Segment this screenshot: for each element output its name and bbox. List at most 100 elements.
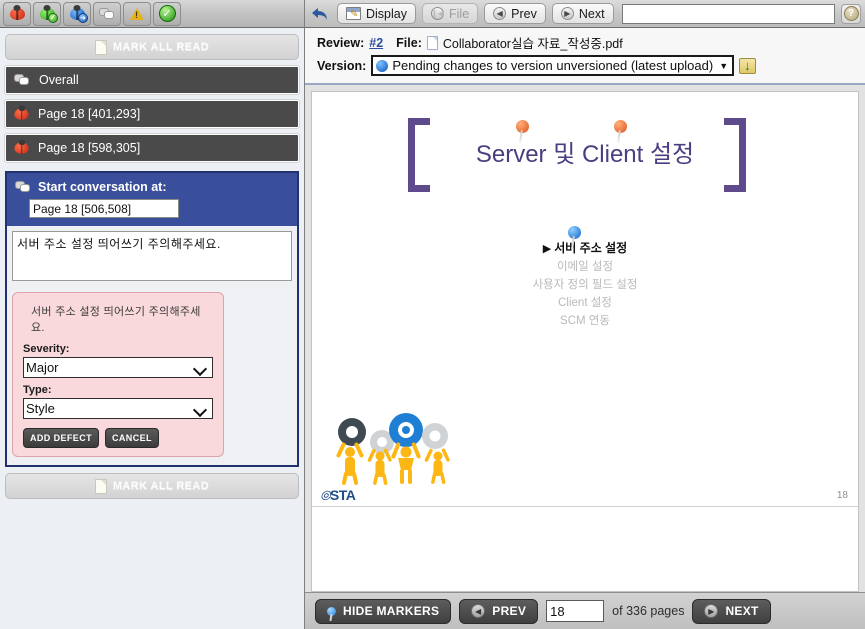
bullet-item: SCM 연동: [560, 315, 610, 327]
document-scroll-area[interactable]: Server 및 Client 설정 서버 주소 설정 이메일 설정 사용자 정…: [305, 85, 865, 592]
mark-all-read-bottom-label: MARK ALL READ: [112, 480, 210, 492]
hide-markers-label: HIDE MARKERS: [343, 604, 440, 618]
warning-icon[interactable]: [123, 1, 151, 26]
sta-logo: ⦾STA: [320, 487, 356, 504]
document-viewer-panel: Display ❙◀ File ◀ Prev ▶ Next ? Review:: [305, 0, 865, 629]
prev-page-label: PREV: [492, 604, 527, 618]
file-label: File: [449, 6, 470, 21]
viewer-toolbar: Display ❙◀ File ◀ Prev ▶ Next ?: [305, 0, 865, 28]
defect-marker-2[interactable]: [614, 120, 627, 133]
mark-all-read-bottom-button[interactable]: MARK ALL READ: [5, 473, 299, 499]
review-info-bar: Review: #2 File: Collaborator실습 자료_작성중.p…: [305, 28, 865, 85]
start-conversation-title: Start conversation at:: [38, 180, 167, 194]
conversation-label: Page 18 [598,305]: [38, 141, 141, 155]
upload-icon[interactable]: [739, 57, 757, 74]
chevron-down-icon: ▼: [719, 60, 729, 71]
conversation-label: Overall: [39, 73, 79, 87]
bullet-item: 사용자 정의 필드 설정: [532, 279, 638, 291]
severity-label: Severity:: [23, 343, 70, 355]
comment-icon: [15, 181, 31, 193]
prev-button[interactable]: ◀ Prev: [484, 3, 546, 24]
comment-marker-1[interactable]: [568, 226, 581, 239]
version-row: Version: Pending changes to version unve…: [317, 55, 865, 76]
help-glyph: ?: [843, 6, 859, 21]
document-canvas[interactable]: Server 및 Client 설정 서버 주소 설정 이메일 설정 사용자 정…: [311, 91, 859, 592]
bullet-item: 이메일 설정: [556, 261, 614, 273]
page-number-input[interactable]: [546, 600, 605, 622]
logo-mark-icon: ⦾: [320, 488, 330, 503]
slide-bullet-list: 서버 주소 설정 이메일 설정 사용자 정의 필드 설정 Client 설정 S…: [312, 239, 858, 330]
next-page-label: NEXT: [725, 604, 759, 618]
severity-select-wrap: MajorMinorCritical: [23, 357, 213, 378]
teamwork-gears-clipart: [330, 408, 460, 486]
page-navigation-bar: HIDE MARKERS ◀ PREV of 336 pages ▶ NEXT: [305, 592, 865, 629]
conversation-item-defect-1[interactable]: Page 18 [401,293]: [4, 99, 300, 129]
start-conversation-header: Start conversation at: Page 18 [506,508]: [5, 171, 299, 226]
defect-open-icon: [14, 108, 29, 120]
slide-page-number: 18: [836, 490, 848, 501]
defect-external-icon[interactable]: ➜: [63, 1, 91, 26]
chevron-left-icon: ◀: [471, 604, 486, 618]
chevron-right-icon: ▶: [560, 7, 574, 20]
version-status-dot-icon: [376, 59, 389, 72]
next-page-button[interactable]: ▶ NEXT: [692, 598, 771, 624]
hide-markers-button[interactable]: HIDE MARKERS: [315, 598, 452, 624]
defect-open-icon: [14, 142, 29, 154]
defect-marker-1[interactable]: [516, 120, 529, 133]
bullet-item-active: 서버 주소 설정: [312, 239, 858, 258]
pdf-page: Server 및 Client 설정 서버 주소 설정 이메일 설정 사용자 정…: [312, 92, 858, 507]
file-button[interactable]: ❙◀ File: [422, 3, 479, 24]
comment-icon[interactable]: [93, 1, 121, 26]
marker-pin-icon: [327, 606, 336, 616]
file-icon: [426, 35, 438, 50]
slide-title: Server 및 Client 설정: [475, 141, 695, 168]
conversation-body: 서버 주소 설정 띄어쓰기 주의해주세요. Severity: MajorMin…: [5, 226, 299, 467]
defect-fixed-icon[interactable]: ✓: [33, 1, 61, 26]
add-defect-button[interactable]: ADD DEFECT: [23, 428, 99, 448]
review-link[interactable]: #2: [369, 36, 383, 50]
version-select[interactable]: Pending changes to version unversioned (…: [371, 55, 735, 76]
prev-page-button[interactable]: ◀ PREV: [459, 598, 539, 624]
file-label: File:: [396, 35, 422, 50]
chat-bubble-glyph: [99, 7, 115, 20]
green-check-glyph: ✓: [158, 5, 176, 22]
conversation-item-defect-2[interactable]: Page 18 [598,305]: [4, 133, 300, 163]
logo-text: STA: [329, 487, 356, 503]
prev-label: Prev: [511, 6, 537, 21]
next-button[interactable]: ▶ Next: [551, 3, 614, 24]
version-value: Pending changes to version unversioned (…: [392, 58, 714, 73]
type-label: Type:: [23, 384, 52, 396]
severity-select[interactable]: MajorMinorCritical: [23, 357, 213, 378]
cancel-button[interactable]: CANCEL: [105, 428, 159, 448]
total-pages-label: of 336 pages: [612, 604, 685, 618]
comment-input[interactable]: [12, 231, 292, 281]
back-arrow-icon[interactable]: [309, 4, 331, 24]
document-icon: [94, 478, 107, 494]
panel-filler: [0, 502, 304, 629]
type-select[interactable]: StyleLogicDocumentation: [23, 398, 213, 419]
type-select-wrap: StyleLogicDocumentation: [23, 398, 213, 419]
conversation-location-value[interactable]: Page 18 [506,508]: [29, 199, 179, 218]
check-icon[interactable]: ✓: [153, 1, 181, 26]
document-icon: [94, 39, 107, 55]
review-file-row: Review: #2 File: Collaborator실습 자료_작성중.p…: [317, 33, 865, 52]
mark-all-read-top-label: MARK ALL READ: [112, 41, 210, 53]
help-icon[interactable]: ?: [841, 3, 861, 24]
display-icon: [346, 7, 361, 20]
review-label: Review:: [317, 35, 365, 50]
conversation-item-overall[interactable]: Overall: [4, 65, 300, 95]
arrow-badge-icon: ➜: [78, 12, 88, 23]
chevron-right-icon: ▶: [704, 604, 719, 618]
display-label: Display: [366, 6, 407, 21]
defect-open-icon[interactable]: [3, 1, 31, 26]
start-conversation-title-row: Start conversation at:: [15, 180, 289, 194]
defect-summary-text: 서버 주소 설정 띄어쓰기 주의해주세요.: [31, 306, 201, 334]
bug-red-glyph: [9, 7, 25, 20]
mark-all-read-top-button[interactable]: MARK ALL READ: [5, 34, 299, 60]
warning-triangle-glyph: [130, 7, 144, 20]
file-name: Collaborator실습 자료_작성중.pdf: [442, 37, 623, 51]
search-input[interactable]: [621, 3, 835, 24]
conversations-panel: ✓ ➜ ✓ MARK ALL READ Overall: [0, 0, 305, 629]
comment-icon: [14, 74, 30, 86]
display-button[interactable]: Display: [337, 3, 416, 24]
